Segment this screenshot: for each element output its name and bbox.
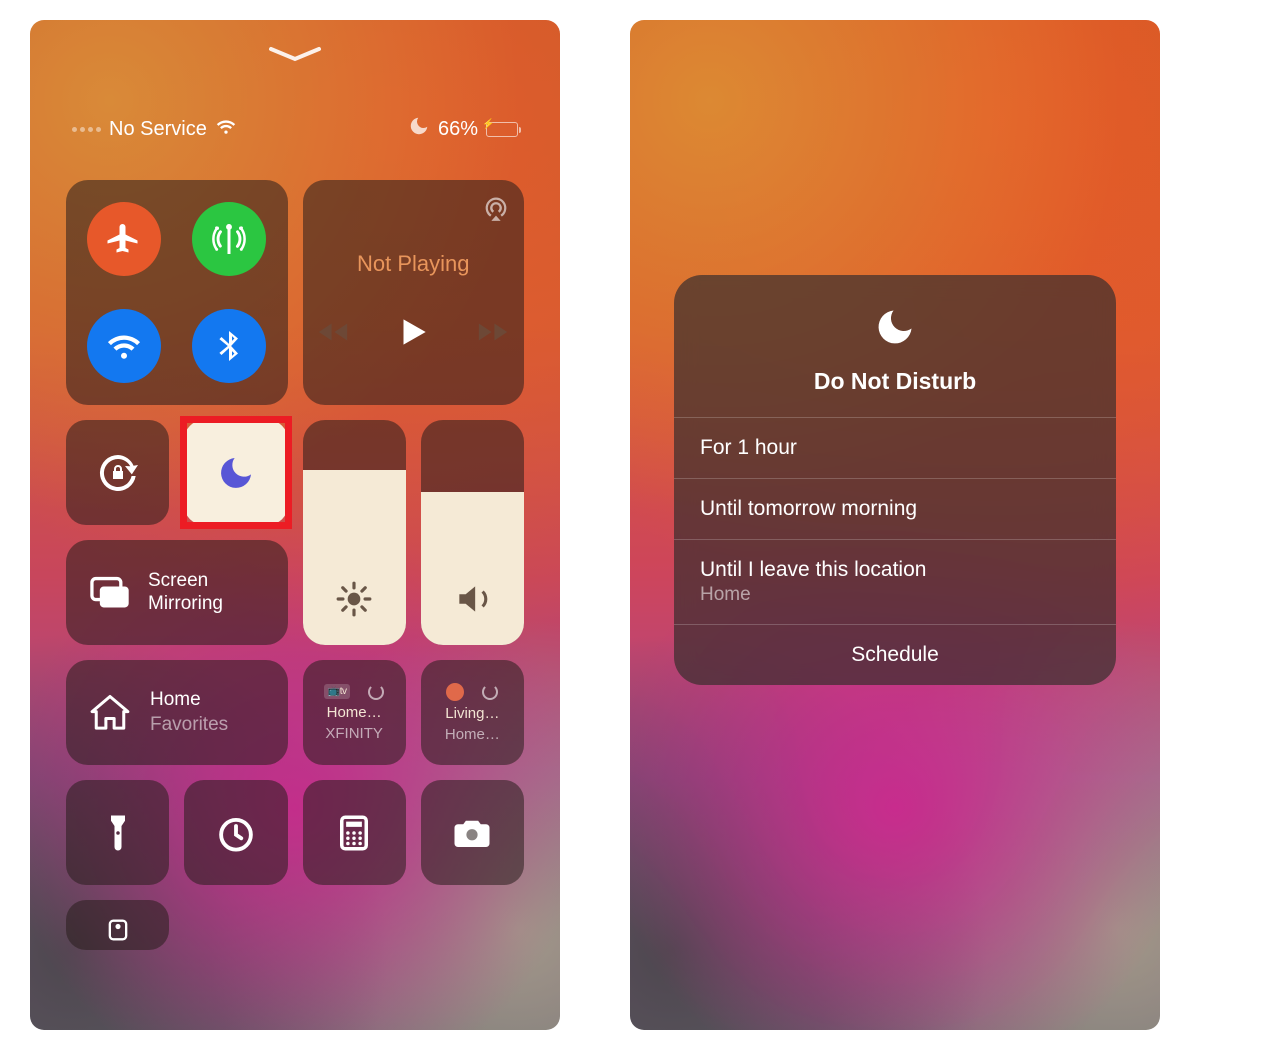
bluetooth-icon — [211, 328, 247, 364]
status-bar: No Service 66% ⚡ — [30, 115, 560, 143]
brightness-icon — [335, 580, 373, 623]
carrier-label: No Service — [109, 118, 207, 141]
dnd-menu-screen: Do Not Disturb For 1 hour Until tomorrow… — [630, 20, 1160, 1030]
spinner-icon — [482, 684, 498, 700]
brightness-slider[interactable] — [303, 420, 406, 645]
dnd-location-sublabel: Home — [700, 584, 1090, 606]
timer-icon — [215, 812, 257, 854]
camera-button[interactable] — [421, 780, 524, 885]
media-title: Not Playing — [357, 251, 470, 277]
accessory1-sublabel: XFINITY — [325, 725, 383, 742]
connectivity-group[interactable] — [66, 180, 288, 405]
dnd-for-1-hour-option[interactable]: For 1 hour — [674, 418, 1116, 478]
dnd-status-moon-icon — [408, 115, 430, 143]
accessory-dot-icon — [446, 683, 464, 701]
control-center-screen: No Service 66% ⚡ — [30, 20, 560, 1030]
dnd-until-leave-option[interactable]: Until I leave this location Home — [674, 540, 1116, 624]
airplane-mode-toggle[interactable] — [87, 202, 161, 276]
dnd-menu-title: Do Not Disturb — [674, 368, 1116, 395]
timer-button[interactable] — [184, 780, 287, 885]
accessory1-label: Home… — [327, 704, 382, 721]
do-not-disturb-menu: Do Not Disturb For 1 hour Until tomorrow… — [674, 275, 1116, 685]
screen-mirroring-label-2: Mirroring — [148, 593, 223, 616]
signal-dots-icon — [72, 127, 101, 132]
spinner-icon — [368, 684, 384, 700]
orientation-lock-icon — [94, 449, 142, 497]
previous-track-button[interactable] — [316, 315, 350, 354]
airplane-icon — [106, 221, 142, 257]
appletv-icon: 📺tv — [324, 684, 351, 699]
extra-icon — [104, 916, 132, 944]
flashlight-button[interactable] — [66, 780, 169, 885]
home-label: Home — [150, 688, 228, 713]
battery-percent: 66% — [438, 118, 478, 141]
airplay-icon[interactable] — [482, 194, 510, 227]
orientation-lock-toggle[interactable] — [66, 420, 169, 525]
camera-icon — [451, 812, 493, 854]
home-favorites-button[interactable]: Home Favorites — [66, 660, 288, 765]
grabber-chevron-icon[interactable] — [267, 42, 323, 74]
antenna-icon — [211, 221, 247, 257]
flashlight-icon — [97, 812, 139, 854]
highlight-annotation — [180, 416, 291, 529]
moon-icon — [873, 305, 917, 349]
home-accessory-1-button[interactable]: 📺tv Home… XFINITY — [303, 660, 406, 765]
calculator-icon — [333, 812, 375, 854]
dnd-schedule-option[interactable]: Schedule — [674, 625, 1116, 685]
do-not-disturb-toggle[interactable] — [184, 420, 287, 525]
dnd-until-morning-option[interactable]: Until tomorrow morning — [674, 479, 1116, 539]
home-sublabel: Favorites — [150, 713, 228, 738]
home-icon — [88, 691, 132, 735]
wifi-icon — [106, 328, 142, 364]
home-accessory-2-button[interactable]: Living… Home… — [421, 660, 524, 765]
volume-slider[interactable] — [421, 420, 524, 645]
cellular-data-toggle[interactable] — [192, 202, 266, 276]
accessory2-label: Living… — [445, 705, 499, 722]
extra-shortcut-button[interactable] — [66, 900, 169, 950]
screen-mirroring-button[interactable]: Screen Mirroring — [66, 540, 288, 645]
media-controls-tile[interactable]: Not Playing — [303, 180, 525, 405]
wifi-toggle[interactable] — [87, 309, 161, 383]
play-button[interactable] — [394, 313, 432, 356]
dnd-until-leave-label: Until I leave this location — [700, 558, 1090, 582]
next-track-button[interactable] — [476, 315, 510, 354]
screen-mirroring-label-1: Screen — [148, 570, 223, 593]
accessory2-sublabel: Home… — [445, 726, 500, 743]
speaker-icon — [453, 580, 491, 623]
calculator-button[interactable] — [303, 780, 406, 885]
screen-mirroring-icon — [88, 572, 130, 614]
wifi-status-icon — [215, 115, 237, 143]
bluetooth-toggle[interactable] — [192, 309, 266, 383]
battery-icon: ⚡ — [486, 122, 518, 137]
